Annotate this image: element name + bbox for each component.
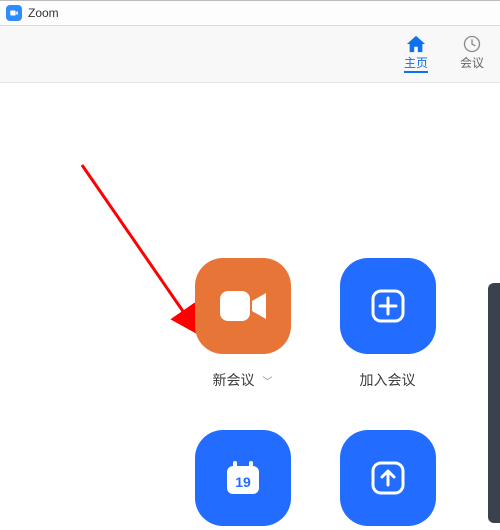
nav-tab-meetings-label: 会议 [460, 56, 484, 70]
clock-icon [450, 32, 494, 54]
new-meeting-button[interactable] [195, 258, 291, 354]
share-button[interactable] [340, 430, 436, 526]
top-nav: 主页 会议 [0, 26, 500, 83]
tile-new-meeting: 新会议 ﹀ [170, 258, 315, 390]
new-meeting-label-row[interactable]: 新会议 ﹀ [213, 370, 273, 390]
video-icon [218, 287, 268, 325]
new-meeting-label: 新会议 [213, 372, 255, 388]
nav-tab-home[interactable]: 主页 [394, 32, 438, 73]
plus-icon [367, 285, 409, 327]
window-titlebar: Zoom [0, 0, 500, 26]
join-label: 加入会议 [360, 370, 416, 390]
calendar-icon: 19 [221, 456, 265, 500]
join-button[interactable] [340, 258, 436, 354]
window-title: Zoom [28, 6, 59, 20]
home-icon [394, 32, 438, 54]
tile-schedule: 19 安排 [170, 430, 315, 530]
share-up-icon [367, 457, 409, 499]
calendar-day: 19 [235, 474, 251, 490]
zoom-app-icon [6, 5, 22, 21]
chevron-down-icon: ﹀ [262, 377, 272, 388]
action-tiles: 新会议 ﹀ 加入会议 19 [170, 258, 460, 530]
right-panel-edge [488, 283, 500, 523]
nav-tab-meetings[interactable]: 会议 [450, 32, 494, 72]
schedule-button[interactable]: 19 [195, 430, 291, 526]
nav-tab-home-label: 主页 [404, 56, 428, 73]
main-area: 新会议 ﹀ 加入会议 19 [0, 83, 500, 530]
tile-join: 加入会议 [315, 258, 460, 390]
tile-share: 共享屏幕 [315, 430, 460, 530]
